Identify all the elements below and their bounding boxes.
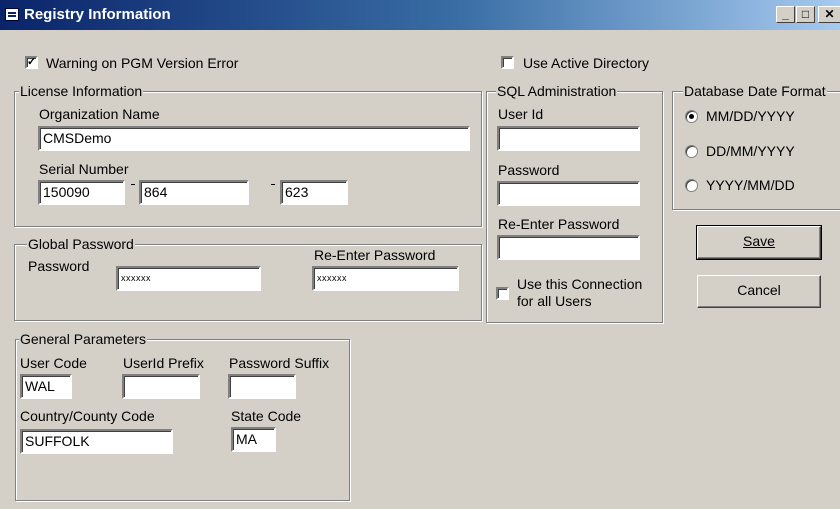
serial-part2-input[interactable]: 864 (139, 180, 249, 205)
sql-password-label: Password (498, 162, 560, 178)
cancel-button-label: Cancel (737, 282, 781, 298)
date-format-radio-yyyymmdd[interactable] (685, 179, 698, 192)
sql-reenter-label: Re-Enter Password (498, 216, 620, 232)
all-users-label-line2: for all Users (517, 293, 592, 309)
date-format-legend: Database Date Format (683, 83, 827, 99)
org-name-input[interactable]: CMSDemo (38, 126, 470, 151)
user-code-label: User Code (20, 355, 87, 371)
state-code-label: State Code (231, 408, 302, 424)
date-format-option-2: DD/MM/YYYY (706, 143, 795, 159)
sql-admin-legend: SQL Administration (496, 83, 618, 99)
date-format-option-1: MM/DD/YYYY (706, 108, 795, 124)
warning-pgm-checkbox[interactable]: ✓ (25, 56, 38, 69)
all-users-label-line1: Use this Connection (517, 276, 643, 292)
global-reenter-label: Re-Enter Password (314, 247, 436, 263)
window-icon[interactable] (5, 8, 19, 21)
active-directory-label: Use Active Directory (523, 55, 650, 71)
org-name-label: Organization Name (39, 106, 160, 122)
serial-part3-input[interactable]: 623 (280, 180, 348, 205)
serial-part1-input[interactable]: 150090 (38, 180, 125, 205)
date-format-radio-ddmmyyyy[interactable] (685, 145, 698, 158)
serial-separator-1 (131, 184, 135, 185)
country-code-input[interactable]: SUFFOLK (20, 429, 173, 454)
global-reenter-input[interactable]: xxxxxx (312, 266, 459, 291)
warning-pgm-label: Warning on PGM Version Error (46, 55, 239, 71)
global-password-label: Password (28, 258, 90, 274)
userid-prefix-label: UserId Prefix (123, 355, 204, 371)
global-password-input[interactable]: xxxxxx (116, 266, 261, 291)
serial-number-label: Serial Number (39, 161, 129, 177)
sql-reenter-input[interactable] (497, 235, 640, 260)
sql-user-id-input[interactable] (497, 126, 640, 151)
global-password-legend: Global Password (27, 236, 135, 252)
sql-user-id-label: User Id (498, 106, 544, 122)
active-directory-checkbox[interactable] (501, 56, 514, 69)
save-button-label: Save (743, 233, 775, 249)
user-code-input[interactable]: WAL (20, 374, 72, 399)
maximize-button[interactable]: □ (796, 6, 815, 23)
save-button[interactable]: Save (696, 225, 822, 260)
minimize-button[interactable]: _ (776, 6, 795, 23)
password-suffix-input[interactable] (228, 374, 296, 399)
license-info-legend: License Information (19, 83, 144, 99)
sql-password-input[interactable] (497, 181, 640, 206)
title-bar[interactable]: Registry Information _ □ ✕ (0, 0, 840, 30)
state-code-input[interactable]: MA (231, 427, 276, 452)
cancel-button[interactable]: Cancel (697, 275, 821, 308)
all-users-checkbox[interactable] (496, 287, 509, 300)
general-params-legend: General Parameters (19, 331, 148, 347)
country-code-label: Country/County Code (20, 408, 155, 424)
userid-prefix-input[interactable] (122, 374, 200, 399)
date-format-radio-mmddyyyy[interactable] (685, 110, 698, 123)
serial-separator-2 (271, 184, 275, 185)
close-button[interactable]: ✕ (818, 6, 840, 23)
date-format-option-3: YYYY/MM/DD (706, 177, 795, 193)
password-suffix-label: Password Suffix (229, 355, 330, 371)
window-title: Registry Information (24, 6, 171, 23)
